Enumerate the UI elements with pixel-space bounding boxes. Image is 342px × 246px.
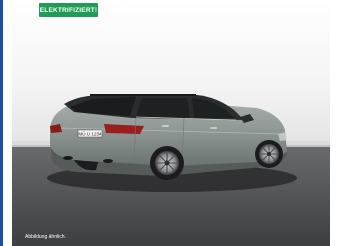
side-window-rear bbox=[136, 98, 190, 118]
vehicle-image-frame: MÜ U 1234 ELEKTRIFIZIERT! Abbildung ähnl… bbox=[0, 0, 342, 246]
car-photo-svg: MÜ U 1234 bbox=[12, 0, 330, 246]
vehicle-photo[interactable]: MÜ U 1234 bbox=[12, 0, 330, 246]
electrified-badge: ELEKTRIFIZIERT! bbox=[39, 3, 98, 17]
license-plate-text: MÜ U 1234 bbox=[78, 131, 102, 137]
image-caption: Abbildung ähnlich. bbox=[25, 234, 66, 240]
page-edge-accent bbox=[0, 0, 3, 246]
